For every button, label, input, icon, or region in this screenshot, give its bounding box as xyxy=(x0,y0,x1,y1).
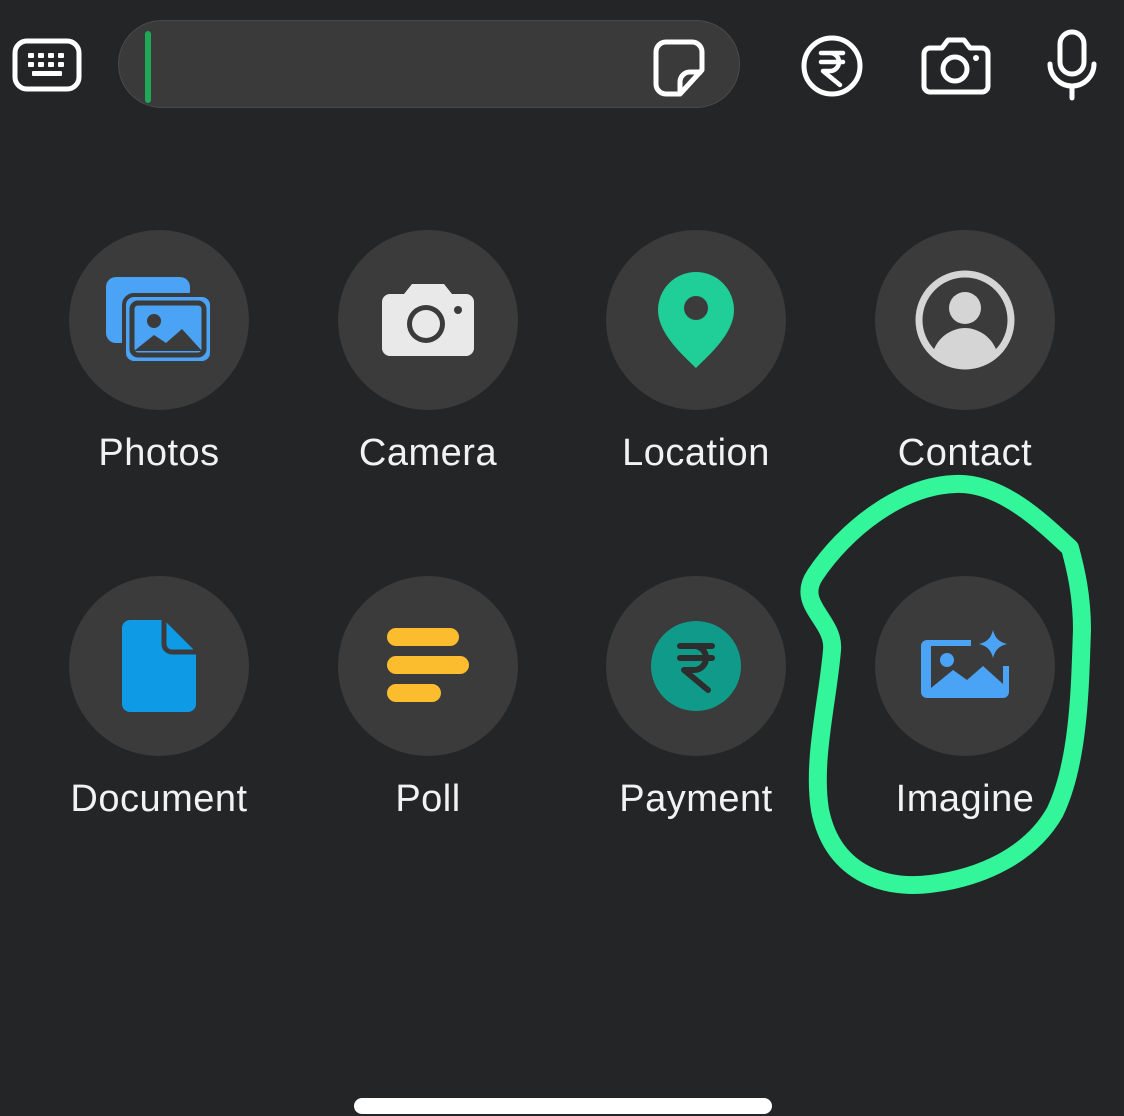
keyboard-icon xyxy=(12,38,82,92)
contact-label: Contact xyxy=(897,432,1033,474)
payment-circle xyxy=(606,576,786,756)
annotation-circle xyxy=(800,474,1091,894)
camera-icon xyxy=(382,284,474,356)
photos-circle xyxy=(69,230,249,410)
attach-imagine[interactable]: Imagine xyxy=(830,576,1100,866)
camera-icon xyxy=(921,37,991,95)
sticker-button[interactable] xyxy=(648,38,710,98)
attach-document[interactable]: Document xyxy=(24,576,294,866)
camera-label: Camera xyxy=(358,432,498,474)
home-indicator[interactable] xyxy=(354,1098,772,1114)
location-circle xyxy=(606,230,786,410)
poll-icon xyxy=(387,628,469,702)
microphone-button[interactable] xyxy=(1044,28,1100,102)
camera-button[interactable] xyxy=(918,36,992,96)
imagine-icon xyxy=(921,630,1009,698)
location-pin-icon xyxy=(658,272,734,368)
document-icon xyxy=(122,620,196,712)
keyboard-button[interactable] xyxy=(12,38,82,92)
composer-bar xyxy=(0,0,1124,130)
attach-contact[interactable]: Contact xyxy=(830,230,1100,520)
message-input[interactable] xyxy=(118,20,740,108)
attach-camera[interactable]: Camera xyxy=(293,230,563,520)
payment-button[interactable] xyxy=(800,34,864,98)
attach-photos[interactable]: Photos xyxy=(24,230,294,520)
camera-circle xyxy=(338,230,518,410)
poll-label: Poll xyxy=(395,778,461,820)
attach-poll[interactable]: Poll xyxy=(293,576,563,866)
text-caret xyxy=(145,31,151,103)
document-circle xyxy=(69,576,249,756)
sticker-icon xyxy=(653,39,705,97)
microphone-icon xyxy=(1047,29,1097,101)
photos-label: Photos xyxy=(98,432,220,474)
imagine-circle xyxy=(875,576,1055,756)
imagine-label: Imagine xyxy=(895,778,1035,820)
poll-circle xyxy=(338,576,518,756)
attach-location[interactable]: Location xyxy=(561,230,831,520)
attach-payment[interactable]: Payment xyxy=(561,576,831,866)
document-label: Document xyxy=(70,778,248,820)
payment-label: Payment xyxy=(619,778,773,820)
contact-circle xyxy=(875,230,1055,410)
rupee-icon xyxy=(651,621,741,711)
location-label: Location xyxy=(622,432,770,474)
rupee-circle-icon xyxy=(801,35,863,97)
photos-icon xyxy=(106,277,214,365)
contact-icon xyxy=(915,270,1015,370)
